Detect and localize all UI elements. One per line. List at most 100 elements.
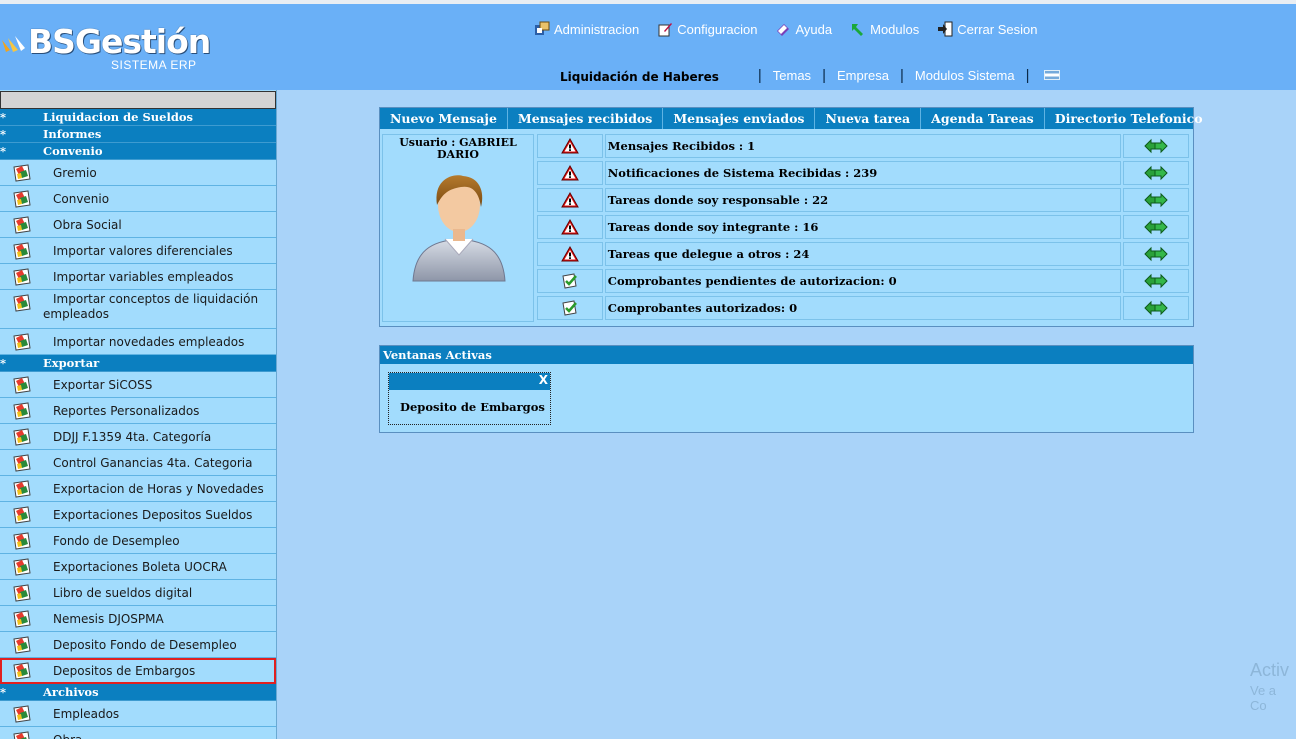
menu-item-label: Gremio xyxy=(53,166,97,180)
tab-nueva-tarea[interactable]: Nueva tarea xyxy=(815,108,922,129)
menu-item[interactable]: Importar novedades empleados xyxy=(0,329,276,355)
active-windows-title: Ventanas Activas xyxy=(380,346,1193,364)
menu-item[interactable]: Obra Social xyxy=(0,212,276,238)
active-window-name[interactable]: Deposito de Embargos xyxy=(389,390,550,414)
menu-item-label: Deposito Fondo de Desempleo xyxy=(53,638,237,652)
menu-item[interactable]: Reportes Personalizados xyxy=(0,398,276,424)
menu-item-icon xyxy=(11,610,33,631)
section-archivos[interactable]: * Archivos xyxy=(0,684,276,701)
go-arrows-icon[interactable] xyxy=(1123,188,1189,212)
brand-tagline: SISTEMA ERP xyxy=(111,58,197,72)
link-modulos-sistema[interactable]: Modulos Sistema xyxy=(915,68,1015,83)
menu-item[interactable]: Exportaciones Boleta UOCRA xyxy=(0,554,276,580)
user-card: Usuario : GABRIEL DARIO xyxy=(382,134,534,322)
menu-item[interactable]: Depositos de Embargos xyxy=(0,658,276,684)
separator: | xyxy=(1025,66,1030,84)
menu-item-label: Nemesis DJOSPMA xyxy=(53,612,164,626)
menu-item[interactable]: Empleados xyxy=(0,701,276,727)
go-arrows-icon[interactable] xyxy=(1123,134,1189,158)
section-exportar[interactable]: * Exportar xyxy=(0,355,276,372)
notification-text: Tareas donde soy responsable : 22 xyxy=(604,188,1122,212)
link-empresa[interactable]: Empresa xyxy=(837,68,889,83)
notification-text: Comprobantes pendientes de autorizacion:… xyxy=(604,269,1122,293)
go-arrows-icon[interactable] xyxy=(1123,215,1189,239)
nav-modulos[interactable]: Modulos xyxy=(850,21,919,37)
tab-mensajes-recibidos[interactable]: Mensajes recibidos xyxy=(508,108,664,129)
warning-icon xyxy=(537,215,603,239)
section-convenio[interactable]: * Convenio xyxy=(0,143,276,160)
tab-directorio-telefonico[interactable]: Directorio Telefonico xyxy=(1045,108,1213,129)
menu-item[interactable]: Convenio xyxy=(0,186,276,212)
brand-logo[interactable]: BSGestión SISTEMA ERP xyxy=(0,22,211,78)
tab-mensajes-enviados[interactable]: Mensajes enviados xyxy=(663,108,816,129)
menu-item-label: Depositos de Embargos xyxy=(53,664,196,678)
notification-row: Tareas donde soy integrante : 16 xyxy=(537,215,1189,239)
menu-item-icon xyxy=(11,190,33,211)
menu-item-icon xyxy=(11,705,33,726)
go-arrows-icon[interactable] xyxy=(1123,296,1189,320)
menu-item[interactable]: Deposito Fondo de Desempleo xyxy=(0,632,276,658)
notification-row: Tareas que delegue a otros : 24 xyxy=(537,242,1189,266)
section-label: Liquidacion de Sueldos xyxy=(43,110,194,124)
section-star: * xyxy=(0,127,7,141)
app-header: BSGestión SISTEMA ERP Administracion Con… xyxy=(0,0,1296,90)
section-label: Exportar xyxy=(43,356,100,370)
menu-item[interactable]: DDJJ F.1359 4ta. Categoría xyxy=(0,424,276,450)
warning-icon xyxy=(537,188,603,212)
notification-row: Mensajes Recibidos : 1 xyxy=(537,134,1189,158)
link-temas[interactable]: Temas xyxy=(773,68,811,83)
menu-item-icon xyxy=(11,376,33,397)
go-arrows-icon[interactable] xyxy=(1123,242,1189,266)
menu-item[interactable]: Nemesis DJOSPMA xyxy=(0,606,276,632)
tab-nuevo-mensaje[interactable]: Nuevo Mensaje xyxy=(380,108,508,129)
menu-item-icon xyxy=(11,164,33,185)
menu-item-icon xyxy=(11,662,33,683)
menu-item[interactable]: Importar valores diferenciales xyxy=(0,238,276,264)
menu-item[interactable]: Importar conceptos de liquidación emplea… xyxy=(0,290,276,329)
section-liquidacion-de-sueldos[interactable]: * Liquidacion de Sueldos xyxy=(0,109,276,126)
menu-item-label: Control Ganancias 4ta. Categoria xyxy=(53,456,253,470)
notification-text: Tareas donde soy integrante : 16 xyxy=(604,215,1122,239)
notification-row: Comprobantes autorizados: 0 xyxy=(537,296,1189,320)
logout-icon xyxy=(938,21,953,37)
menu-item-icon xyxy=(11,532,33,553)
check-icon xyxy=(537,296,603,320)
menu-item[interactable]: Gremio xyxy=(0,160,276,186)
watermark-line1: Activ xyxy=(1250,660,1290,680)
menu-item[interactable]: Exportaciones Depositos Sueldos xyxy=(0,502,276,528)
close-window-button[interactable]: X xyxy=(389,373,550,390)
menu-item[interactable]: Importar variables empleados xyxy=(0,264,276,290)
go-arrows-icon[interactable] xyxy=(1123,269,1189,293)
section-label: Convenio xyxy=(43,144,103,158)
menu-item[interactable]: Control Ganancias 4ta. Categoria xyxy=(0,450,276,476)
separator: | xyxy=(757,66,762,84)
menu-item[interactable]: Fondo de Desempleo xyxy=(0,528,276,554)
menu-item[interactable]: Exportacion de Horas y Novedades xyxy=(0,476,276,502)
menu-item-label: Importar valores diferenciales xyxy=(53,244,233,258)
nav-administracion[interactable]: Administracion xyxy=(534,21,639,37)
section-informes[interactable]: * Informes xyxy=(0,126,276,143)
menu-item[interactable]: Obra xyxy=(0,727,276,739)
nav-ayuda[interactable]: Ayuda xyxy=(775,21,832,37)
menu-item[interactable]: Libro de sueldos digital xyxy=(0,580,276,606)
nav-label: Administracion xyxy=(554,21,640,37)
menu-item[interactable]: Exportar SiCOSS xyxy=(0,372,276,398)
tab-agenda-tareas[interactable]: Agenda Tareas xyxy=(921,108,1045,129)
menu-item-icon xyxy=(11,731,33,739)
admin-icon xyxy=(535,21,550,35)
menu-item-label: Fondo de Desempleo xyxy=(53,534,180,548)
message-tabs: Nuevo Mensaje Mensajes recibidos Mensaje… xyxy=(380,108,1203,129)
nav-configuracion[interactable]: Configuracion xyxy=(657,21,757,37)
go-arrows-icon[interactable] xyxy=(1123,161,1189,185)
menu-item-label: Exportar SiCOSS xyxy=(53,378,153,392)
sidebar-topbar xyxy=(0,91,276,109)
current-module: Liquidación de Haberes xyxy=(560,70,719,84)
nav-cerrar-sesion[interactable]: Cerrar Sesion xyxy=(937,21,1037,37)
flag-icon[interactable] xyxy=(1043,70,1060,80)
notification-text: Mensajes Recibidos : 1 xyxy=(604,134,1122,158)
menu-item-label: Exportacion de Horas y Novedades xyxy=(53,482,264,496)
check-icon xyxy=(537,269,603,293)
menu-item-icon xyxy=(11,558,33,579)
sidebar-menu: * Liquidacion de Sueldos * Informes * Conve… xyxy=(0,90,277,739)
nav-label: Configuracion xyxy=(677,21,758,37)
